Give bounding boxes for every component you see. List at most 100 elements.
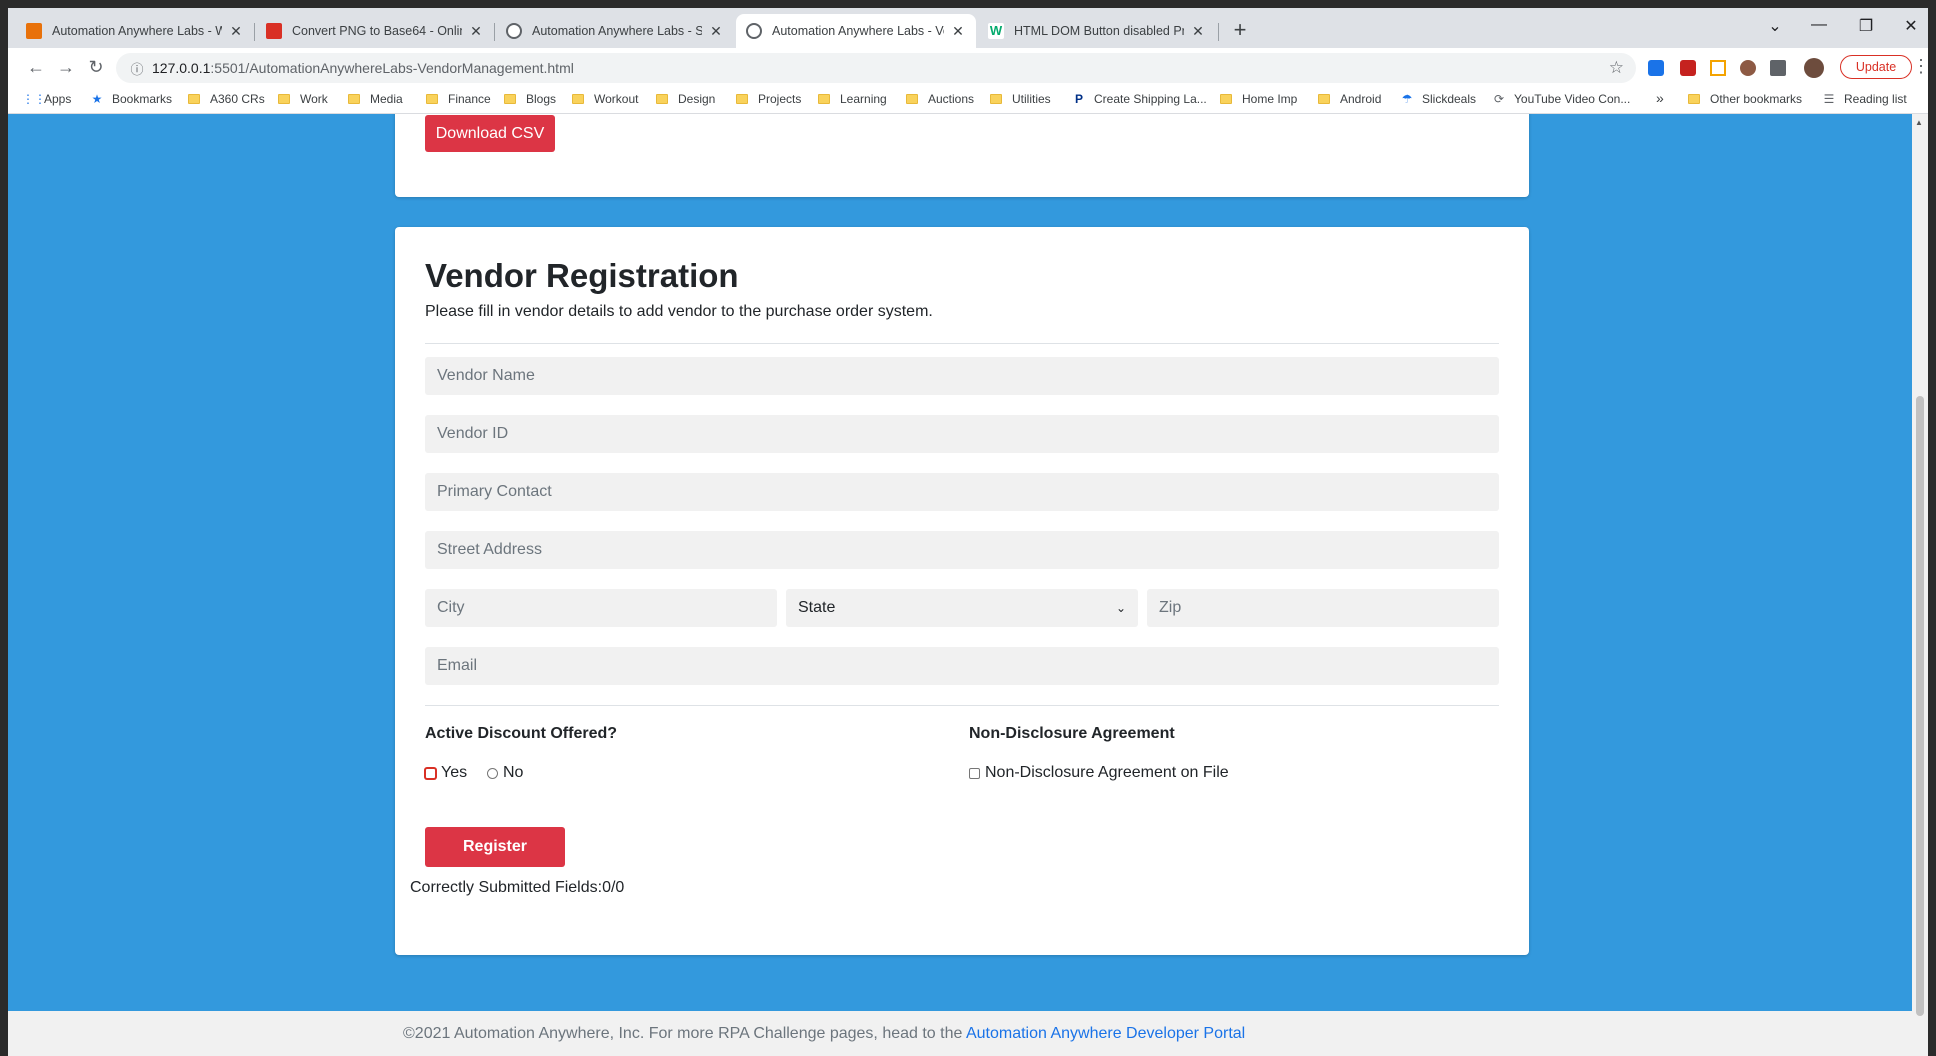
download-icon: ⟳ [1493, 92, 1505, 106]
extension-icon[interactable] [1710, 60, 1726, 76]
puzzle-icon[interactable] [1770, 60, 1786, 76]
tab-3[interactable]: Automation Anywhere Labs - Sup ✕ [496, 14, 734, 48]
discount-yes-option[interactable]: Yes [425, 764, 467, 782]
close-icon[interactable]: ✕ [468, 23, 484, 40]
menu-icon[interactable]: ⋮ [1912, 56, 1928, 77]
close-icon[interactable]: ✕ [950, 23, 966, 40]
favicon-icon [26, 23, 42, 39]
bookmark-folder[interactable]: Utilities [990, 92, 1051, 106]
scrollbar-thumb[interactable] [1916, 396, 1924, 1016]
vendor-name-input[interactable] [425, 357, 1499, 395]
tab-strip: Automation Anywhere Labs - Wo ✕ Convert … [8, 8, 1928, 48]
extension-icon[interactable] [1740, 60, 1756, 76]
zip-input[interactable] [1147, 589, 1499, 627]
reading-list-icon: ☰ [1823, 92, 1835, 106]
vendor-id-input[interactable] [425, 415, 1499, 453]
submission-status: Correctly Submitted Fields:0/0 [410, 879, 625, 896]
info-icon[interactable]: ⓘ [122, 59, 152, 78]
bookmark-other[interactable]: Other bookmarks [1688, 92, 1802, 106]
bookmark-apps[interactable]: ⋮⋮ Apps [22, 92, 71, 106]
bookmark-folder[interactable]: Learning [818, 92, 887, 106]
primary-contact-input[interactable] [425, 473, 1499, 511]
close-icon[interactable]: ✕ [1190, 23, 1206, 40]
bookmark-folder[interactable]: Design [656, 92, 715, 106]
bookmark-folder[interactable]: Auctions [906, 92, 974, 106]
nda-checkbox[interactable] [969, 767, 980, 779]
reading-list[interactable]: ☰ Reading list [1822, 92, 1907, 106]
bookmark-star-icon[interactable]: ☆ [1609, 58, 1624, 78]
tab-title: HTML DOM Button disabled Prop [1014, 24, 1184, 38]
tab-divider [254, 23, 255, 41]
discount-no-option[interactable]: No [487, 764, 523, 782]
bookmark-folder[interactable]: Blogs [504, 92, 556, 106]
new-tab-button[interactable]: + [1228, 18, 1252, 42]
bookmark-item[interactable]: P Create Shipping La... [1072, 92, 1207, 106]
forward-icon[interactable]: → [54, 56, 78, 78]
avatar[interactable] [1804, 58, 1824, 78]
page-footer: ©2021 Automation Anywhere, Inc. For more… [8, 1011, 1912, 1056]
folder-icon [278, 94, 290, 104]
folder-icon [426, 94, 438, 104]
bookmark-folder[interactable]: Finance [426, 92, 491, 106]
discount-label: Active Discount Offered? [425, 725, 618, 742]
page-viewport: Download CSV Vendor Registration Please … [8, 114, 1912, 1056]
bookmark-folder[interactable]: Home Imp [1220, 92, 1297, 106]
close-icon[interactable]: ✕ [228, 23, 244, 40]
folder-icon [818, 94, 830, 104]
city-input[interactable] [425, 589, 777, 627]
top-card: Download CSV [395, 114, 1529, 197]
restore-button[interactable]: ❐ [1851, 16, 1881, 36]
folder-icon [348, 94, 360, 104]
tab-search-icon[interactable]: ⌄ [1760, 16, 1790, 36]
folder-icon [736, 94, 748, 104]
email-input[interactable] [425, 647, 1499, 685]
bookmark-folder[interactable]: Android [1318, 92, 1381, 106]
tab-1[interactable]: Automation Anywhere Labs - Wo ✕ [16, 14, 254, 48]
tab-5[interactable]: W HTML DOM Button disabled Prop ✕ [978, 14, 1216, 48]
folder-icon [990, 94, 1002, 104]
page-scrollbar[interactable]: ▲ [1912, 114, 1928, 1056]
tab-divider [1218, 23, 1219, 41]
ublock-icon[interactable] [1680, 60, 1696, 76]
bookmark-folder[interactable]: A360 CRs [188, 92, 265, 106]
more-bookmarks-icon[interactable]: » [1656, 90, 1664, 106]
developer-portal-link[interactable]: Automation Anywhere Developer Portal [966, 1025, 1245, 1042]
update-button[interactable]: Update [1840, 55, 1912, 79]
close-icon[interactable]: ✕ [708, 23, 724, 40]
page-subtitle: Please fill in vendor details to add ven… [425, 303, 933, 320]
minimize-button[interactable]: — [1804, 16, 1834, 34]
reload-icon[interactable]: ↻ [84, 56, 108, 78]
state-select[interactable]: State ⌄ [786, 589, 1138, 627]
back-icon[interactable]: ← [24, 56, 48, 78]
bookmark-item[interactable]: ☂ Slickdeals [1400, 92, 1476, 106]
paypal-icon: P [1074, 92, 1083, 106]
register-button[interactable]: Register [425, 827, 565, 867]
scroll-up-icon[interactable]: ▲ [1915, 118, 1923, 127]
vendor-registration-card: Vendor Registration Please fill in vendo… [395, 227, 1529, 955]
discount-no-radio[interactable] [487, 767, 498, 779]
close-window-button[interactable]: ✕ [1896, 16, 1926, 36]
bookmark-folder[interactable]: Projects [736, 92, 801, 106]
extension-icon[interactable] [1648, 60, 1664, 76]
divider [425, 343, 1499, 344]
url-text: 127.0.0.1:5501/AutomationAnywhereLabs-Ve… [152, 60, 574, 76]
bookmark-folder[interactable]: Media [348, 92, 403, 106]
bookmark-item[interactable]: ★ Bookmarks [90, 92, 172, 106]
favicon-icon [266, 23, 282, 39]
nda-option[interactable]: Non-Disclosure Agreement on File [969, 764, 1229, 782]
tab-title: Automation Anywhere Labs - Wo [52, 24, 222, 38]
address-bar[interactable]: ⓘ 127.0.0.1:5501/AutomationAnywhereLabs-… [116, 53, 1636, 83]
bookmark-folder[interactable]: Work [278, 92, 328, 106]
street-address-input[interactable] [425, 531, 1499, 569]
bookmark-item[interactable]: ⟳ YouTube Video Con... [1492, 92, 1630, 106]
bookmark-folder[interactable]: Workout [572, 92, 638, 106]
star-icon: ★ [91, 92, 103, 106]
tab-4-active[interactable]: Automation Anywhere Labs - Ven ✕ [736, 14, 976, 48]
tab-divider [494, 23, 495, 41]
slickdeals-icon: ☂ [1401, 92, 1413, 106]
download-csv-button[interactable]: Download CSV [425, 115, 555, 152]
discount-yes-label: Yes [441, 764, 468, 781]
tab-title: Convert PNG to Base64 - Online [292, 24, 462, 38]
discount-yes-radio[interactable] [425, 767, 436, 779]
tab-2[interactable]: Convert PNG to Base64 - Online ✕ [256, 14, 494, 48]
